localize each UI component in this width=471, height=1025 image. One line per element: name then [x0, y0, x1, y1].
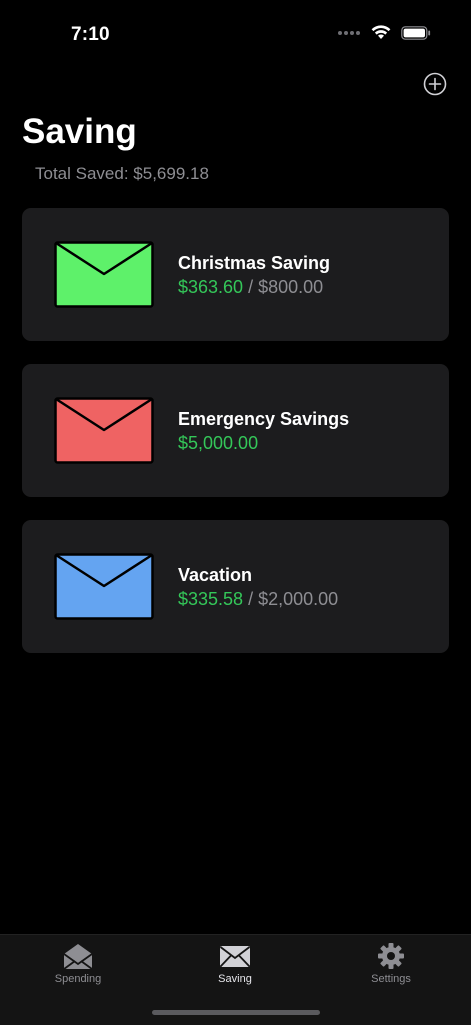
envelope-saved-amount: $5,000.00 [178, 433, 259, 453]
envelope-card-emergency[interactable]: Emergency Savings $5,000.00 [22, 364, 449, 497]
gear-icon [378, 943, 404, 969]
page-title: Saving [22, 112, 137, 151]
status-icons [337, 25, 431, 40]
envelope-card-vacation[interactable]: Vacation $335.58 / $2,000.00 [22, 520, 449, 653]
home-indicator [152, 1010, 320, 1015]
add-envelope-button[interactable] [423, 72, 447, 96]
amount-separator: / [243, 277, 259, 297]
closed-envelope-icon [219, 946, 251, 968]
envelope-icon [54, 397, 154, 464]
envelope-name: Emergency Savings [178, 409, 350, 429]
open-envelope-icon [63, 944, 93, 970]
envelope-icon [54, 553, 154, 620]
total-saved-label: Total Saved: $5,699.18 [35, 164, 209, 183]
tab-label: Spending [54, 973, 102, 985]
envelope-amounts: $5,000.00 [178, 433, 258, 454]
envelope-list: Christmas Saving $363.60 / $800.00 Emerg… [22, 208, 449, 676]
envelope-goal-amount: $800.00 [258, 277, 324, 297]
tab-settings[interactable]: Settings [331, 941, 451, 985]
envelope-goal-amount: $2,000.00 [258, 589, 339, 609]
envelope-card-christmas[interactable]: Christmas Saving $363.60 / $800.00 [22, 208, 449, 341]
wifi-icon [371, 25, 391, 39]
tab-spending[interactable]: Spending [18, 941, 138, 985]
status-bar: 7:10 [0, 0, 471, 70]
envelope-saved-amount: $363.60 [178, 277, 244, 297]
envelope-saved-amount: $335.58 [178, 589, 244, 609]
envelope-amounts: $335.58 / $2,000.00 [178, 589, 338, 610]
envelope-amounts: $363.60 / $800.00 [178, 277, 323, 298]
envelope-name: Christmas Saving [178, 253, 331, 273]
tab-label: Saving [218, 973, 252, 985]
status-time: 7:10 [71, 24, 110, 45]
amount-separator: / [243, 589, 259, 609]
battery-icon [401, 25, 431, 40]
tab-saving[interactable]: Saving [175, 941, 295, 985]
cellular-signal-icon [338, 30, 360, 35]
envelope-icon [54, 241, 154, 308]
envelope-name: Vacation [178, 565, 253, 585]
tab-label: Settings [371, 973, 411, 985]
